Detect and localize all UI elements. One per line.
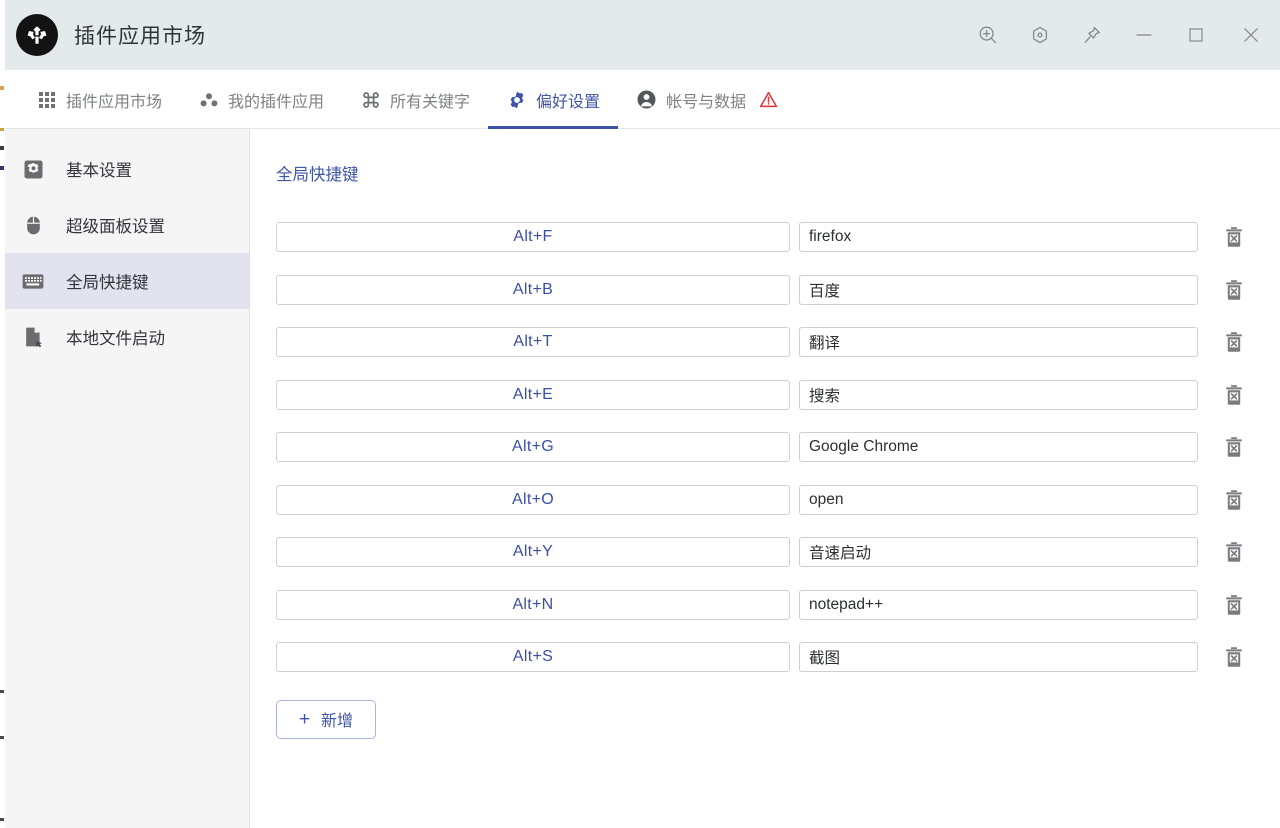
shortcut-value-input[interactable]: open bbox=[799, 485, 1198, 515]
title-bar: 插件应用市场 bbox=[0, 0, 1280, 70]
maximize-icon[interactable] bbox=[1170, 0, 1222, 70]
shortcut-key-input[interactable]: Alt+Y bbox=[276, 537, 790, 567]
app-title: 插件应用市场 bbox=[74, 20, 206, 50]
tab-all-keywords[interactable]: 所有关键字 bbox=[342, 70, 488, 129]
warning-triangle-icon bbox=[759, 90, 778, 109]
keyboard-icon bbox=[22, 270, 44, 292]
settings-sidebar: 基本设置 超级面板设置 bbox=[0, 129, 250, 828]
shortcut-row: Alt+T 翻译 bbox=[276, 316, 1280, 369]
shortcut-key-input[interactable]: Alt+N bbox=[276, 590, 790, 620]
file-launch-icon bbox=[22, 326, 44, 348]
sidebar-item-global-shortcuts[interactable]: 全局快捷键 bbox=[0, 253, 249, 309]
shortcut-value-input[interactable]: 百度 bbox=[799, 275, 1198, 305]
add-button-label: 新增 bbox=[321, 707, 353, 731]
shortcut-value-input[interactable]: notepad++ bbox=[799, 590, 1198, 620]
trash-x-icon[interactable] bbox=[1222, 434, 1246, 460]
main-tab-bar: 插件应用市场 我的插件应用 bbox=[0, 70, 1280, 129]
shortcut-value-input[interactable]: firefox bbox=[799, 222, 1198, 252]
zoom-in-icon[interactable] bbox=[962, 0, 1014, 70]
tab-label: 插件应用市场 bbox=[66, 88, 162, 112]
shortcut-row: Alt+S 截图 bbox=[276, 631, 1280, 684]
shortcut-row: Alt+E 搜索 bbox=[276, 369, 1280, 422]
trash-x-icon[interactable] bbox=[1222, 644, 1246, 670]
tab-label: 我的插件应用 bbox=[228, 88, 324, 112]
command-key-icon bbox=[360, 89, 381, 110]
sidebar-item-label: 超级面板设置 bbox=[66, 213, 165, 237]
shortcut-row: Alt+B 百度 bbox=[276, 264, 1280, 317]
tab-label: 帐号与数据 bbox=[666, 88, 746, 112]
shortcut-key-input[interactable]: Alt+T bbox=[276, 327, 790, 357]
trash-x-icon[interactable] bbox=[1222, 592, 1246, 618]
trash-x-icon[interactable] bbox=[1222, 329, 1246, 355]
shortcut-value-input[interactable]: 搜索 bbox=[799, 380, 1198, 410]
hexagon-settings-icon[interactable] bbox=[1014, 0, 1066, 70]
three-dots-icon bbox=[198, 89, 219, 110]
minimize-icon[interactable] bbox=[1118, 0, 1170, 70]
trash-x-icon[interactable] bbox=[1222, 539, 1246, 565]
sidebar-item-label: 本地文件启动 bbox=[66, 325, 165, 349]
trash-x-icon[interactable] bbox=[1222, 277, 1246, 303]
shortcut-key-input[interactable]: Alt+B bbox=[276, 275, 790, 305]
plus-icon: + bbox=[299, 710, 310, 729]
gear-square-icon bbox=[22, 158, 44, 180]
app-logo-icon bbox=[16, 14, 58, 56]
tab-my-plugins[interactable]: 我的插件应用 bbox=[180, 70, 342, 129]
shortcut-key-input[interactable]: Alt+E bbox=[276, 380, 790, 410]
mouse-icon bbox=[22, 214, 44, 236]
tab-label: 所有关键字 bbox=[390, 88, 470, 112]
tab-label: 偏好设置 bbox=[536, 88, 600, 112]
shortcut-row: Alt+F firefox bbox=[276, 211, 1280, 264]
app-window: 插件应用市场 bbox=[0, 0, 1280, 828]
close-icon[interactable] bbox=[1222, 0, 1280, 70]
shortcut-key-input[interactable]: Alt+F bbox=[276, 222, 790, 252]
shortcut-row: Alt+N notepad++ bbox=[276, 579, 1280, 632]
shortcuts-panel: 全局快捷键 Alt+FfirefoxAlt+B百度Alt+T翻译Alt+E搜索A… bbox=[250, 129, 1280, 828]
tab-account-data[interactable]: 帐号与数据 bbox=[618, 70, 796, 129]
sidebar-item-label: 基本设置 bbox=[66, 157, 132, 181]
sidebar-item-local-file-launch[interactable]: 本地文件启动 bbox=[0, 309, 249, 365]
sidebar-item-label: 全局快捷键 bbox=[66, 269, 149, 293]
shortcut-rows: Alt+F firefox Alt+B 百度 Alt+T 翻译 Alt+E 搜索 Alt+G Go… bbox=[276, 211, 1280, 684]
content-body: 基本设置 超级面板设置 bbox=[0, 129, 1280, 828]
gear-icon bbox=[506, 89, 527, 110]
trash-x-icon[interactable] bbox=[1222, 382, 1246, 408]
shortcut-value-input[interactable]: 翻译 bbox=[799, 327, 1198, 357]
shortcut-key-input[interactable]: Alt+O bbox=[276, 485, 790, 515]
grid-dots-icon bbox=[36, 89, 57, 110]
window-controls bbox=[962, 0, 1280, 70]
tab-preferences[interactable]: 偏好设置 bbox=[488, 70, 618, 129]
sidebar-item-basic-settings[interactable]: 基本设置 bbox=[0, 141, 249, 197]
shortcut-value-input[interactable]: 音速启动 bbox=[799, 537, 1198, 567]
tab-plugin-market[interactable]: 插件应用市场 bbox=[18, 70, 180, 129]
section-title: 全局快捷键 bbox=[276, 161, 1280, 185]
shortcut-key-input[interactable]: Alt+G bbox=[276, 432, 790, 462]
shortcut-value-input[interactable]: 截图 bbox=[799, 642, 1198, 672]
user-circle-icon bbox=[636, 89, 657, 110]
shortcut-key-input[interactable]: Alt+S bbox=[276, 642, 790, 672]
trash-x-icon[interactable] bbox=[1222, 224, 1246, 250]
trash-x-icon[interactable] bbox=[1222, 487, 1246, 513]
shortcut-value-input[interactable]: Google Chrome bbox=[799, 432, 1198, 462]
shortcut-row: Alt+O open bbox=[276, 474, 1280, 527]
pin-icon[interactable] bbox=[1066, 0, 1118, 70]
add-shortcut-button[interactable]: + 新增 bbox=[276, 700, 376, 739]
sidebar-item-super-panel-settings[interactable]: 超级面板设置 bbox=[0, 197, 249, 253]
shortcut-row: Alt+Y 音速启动 bbox=[276, 526, 1280, 579]
shortcut-row: Alt+G Google Chrome bbox=[276, 421, 1280, 474]
